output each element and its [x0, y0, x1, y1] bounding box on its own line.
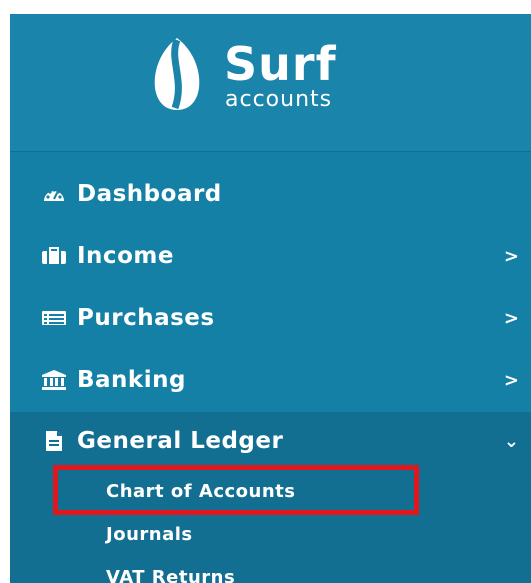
sidebar: Surf accounts Dashboard Income > Purchas…	[10, 14, 531, 583]
chevron-right-icon: >	[503, 369, 519, 391]
nav-label-dashboard: Dashboard	[77, 181, 222, 207]
document-icon	[41, 431, 67, 451]
nav-item-dashboard[interactable]: Dashboard	[10, 165, 531, 223]
list-icon	[41, 308, 67, 328]
surfboard-logo-icon	[154, 38, 200, 110]
nav-item-purchases[interactable]: Purchases >	[10, 289, 531, 347]
nav-item-income[interactable]: Income >	[10, 227, 531, 285]
bank-icon	[41, 370, 67, 390]
nav-item-banking[interactable]: Banking >	[10, 351, 531, 409]
nav-label-general-ledger: General Ledger	[77, 428, 284, 454]
highlight-box	[53, 465, 419, 515]
nav-item-general-ledger[interactable]: General Ledger ⌄	[10, 412, 531, 470]
chevron-right-icon: >	[503, 307, 519, 329]
nav-label-banking: Banking	[77, 367, 186, 393]
dashboard-icon	[41, 184, 67, 204]
brand-name: Surf	[224, 37, 337, 91]
submenu-item-journals[interactable]: Journals	[106, 524, 193, 545]
submenu-item-vat-returns[interactable]: VAT Returns	[106, 567, 235, 583]
briefcase-icon	[41, 246, 67, 266]
nav-label-purchases: Purchases	[77, 305, 215, 331]
nav-label-income: Income	[77, 243, 174, 269]
brand-subtitle: accounts	[225, 87, 333, 112]
chevron-down-icon: ⌄	[503, 430, 519, 452]
logo-area: Surf accounts	[10, 14, 531, 152]
chevron-right-icon: >	[503, 245, 519, 267]
